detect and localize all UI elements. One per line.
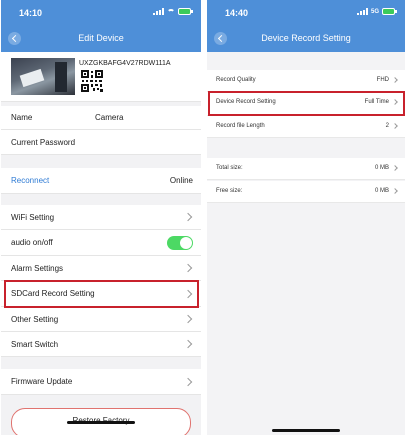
status-indicators: 5G [356,8,397,15]
battery-icon [382,8,397,15]
row-value: 0 MB [374,188,389,194]
row-value: 2 [385,123,389,129]
current-password-row[interactable]: Current Password [1,130,201,155]
network-type: 5G [370,8,379,15]
status-time: 14:10 [19,8,43,18]
free-size-row: Free size: 0 MB [207,181,405,203]
chevron-right-icon [183,263,193,273]
connection-status: Online [169,176,193,185]
qr-code-icon [81,70,103,92]
home-indicator [67,421,135,424]
chevron-right-icon [183,212,193,222]
battery-icon [178,8,193,15]
nav-bar: Edit Device [1,26,201,52]
record-quality-row[interactable]: Record Quality FHD [207,70,405,92]
chevron-right-icon [392,165,398,171]
audio-toggle-switch[interactable] [167,235,193,250]
chevron-right-icon [183,377,193,386]
edit-device-screen: 14:10 Edit Device UXZGKBAFG4V27RDW111A N… [1,0,201,435]
signal-icon [356,8,368,15]
chevron-right-icon [392,123,398,129]
row-value: FHD [376,77,389,83]
device-uid: UXZGKBAFG4V27RDW111A [79,60,171,67]
chevron-right-icon [183,314,193,324]
row-value: 0 MB [374,165,389,171]
menu-item-label: audio on/off [11,238,53,247]
wifi-icon [167,8,175,15]
highlight-box [208,91,405,116]
menu-item-label: Firmware Update [11,377,73,386]
status-bar: 14:40 5G [207,0,405,26]
menu-item-label: Other Setting [11,314,59,324]
row-label: Record file Length [216,123,265,129]
device-info: UXZGKBAFG4V27RDW111A [1,52,201,102]
page-title: Edit Device [78,33,124,43]
reconnect-link[interactable]: Reconnect [11,176,49,185]
home-indicator [272,429,340,432]
menu-item-label: Smart Switch [11,339,59,349]
menu-item-firmware-update[interactable]: Firmware Update [1,369,201,395]
status-time: 14:40 [225,8,249,18]
name-label: Name [11,113,33,122]
device-record-setting-screen: 14:40 5G Device Record Setting Record Qu… [207,0,405,435]
record-file-length-row[interactable]: Record file Length 2 [207,116,405,138]
row-label: Total size: [216,165,243,171]
row-label: Record Quality [216,77,256,83]
status-indicators [153,8,193,15]
chevron-right-icon [392,77,398,83]
row-label: Free size: [216,188,243,194]
name-row[interactable]: Name Camera [1,106,201,130]
page-title: Device Record Setting [261,33,351,43]
name-value[interactable]: Camera [95,113,123,122]
menu-item-other-setting[interactable]: Other Setting [1,307,201,332]
current-password-label: Current Password [11,137,76,147]
menu-item-label: Alarm Settings [11,263,64,273]
signal-icon [153,8,164,15]
reconnect-row[interactable]: Reconnect Online [1,168,201,194]
status-bar: 14:10 [1,0,201,26]
nav-bar: Device Record Setting [207,26,405,52]
total-size-row: Total size: 0 MB [207,158,405,180]
camera-preview-image [11,58,75,95]
menu-item-label: WiFi Setting [11,212,55,222]
menu-item-alarm-settings[interactable]: Alarm Settings [1,256,201,281]
highlight-box [4,280,199,308]
menu-item-smart-switch[interactable]: Smart Switch [1,332,201,357]
menu-item-wifi-setting[interactable]: WiFi Setting [1,205,201,230]
chevron-right-icon [392,188,398,194]
menu-item-audio-toggle: audio on/off [1,230,201,256]
chevron-right-icon [183,339,193,349]
